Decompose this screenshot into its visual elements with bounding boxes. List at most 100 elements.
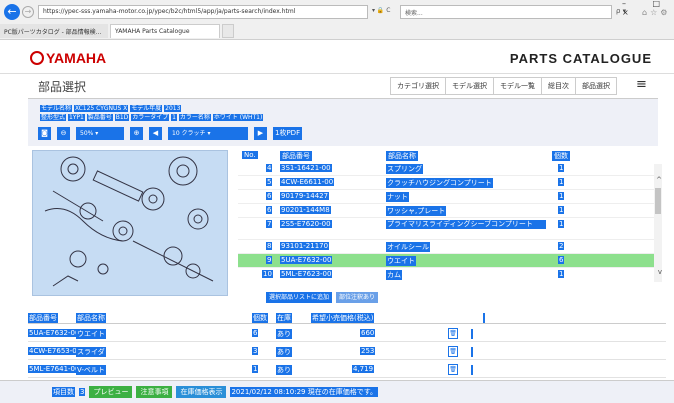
tuning-fork-icon bbox=[30, 51, 44, 65]
trash-icon[interactable]: 🗑 bbox=[448, 364, 458, 375]
tab-parts-catalog-info[interactable]: PC版パーツカタログ - 部品情報検... bbox=[0, 24, 108, 38]
zoom-in-icon[interactable]: ⊕ bbox=[130, 126, 143, 140]
maker-value: B1D bbox=[114, 114, 130, 121]
parts-table-body: 4 3S1-16421-00 スプリング 1 5 4CW-E6611-00 クラ… bbox=[238, 162, 656, 280]
scroll-up-icon[interactable]: ^ bbox=[656, 176, 662, 184]
zoom-select[interactable]: 50% ▾ bbox=[76, 126, 124, 140]
table-row[interactable]: 6 90179-14427 ナット 1 bbox=[238, 190, 656, 204]
page-title: 部品選択 bbox=[38, 80, 87, 94]
table-row[interactable]: 10 5ML-E7623-00 カム 1 bbox=[238, 268, 656, 280]
row-qty: 1 bbox=[558, 206, 565, 214]
table-row-selected[interactable]: 9 5UA-E7632-00 ウエイト 6 bbox=[238, 254, 656, 268]
item-part-name: ウエイト bbox=[76, 329, 106, 339]
exploded-parts-diagram[interactable] bbox=[32, 150, 228, 296]
selected-list-header: 部品番号 部品名称 個数 在庫 希望小売価格(税込) bbox=[28, 310, 666, 324]
row-part-name: カム bbox=[386, 270, 402, 280]
trash-icon[interactable]: 🗑 bbox=[448, 328, 458, 339]
item-stock: あり bbox=[276, 329, 292, 339]
table-row[interactable]: 7 2S5-E7620-00 プライマリスライディングシーブコンプリート 1 bbox=[238, 218, 656, 240]
table-row[interactable]: 8 93101-21170 オイルシール 2 bbox=[238, 240, 656, 254]
row-part-name: ワッシャ,プレート bbox=[386, 206, 447, 216]
parts-scrollbar-thumb[interactable] bbox=[655, 188, 661, 214]
col-qty: 個数 bbox=[552, 151, 570, 161]
row-no: 4 bbox=[266, 164, 273, 172]
row-part-number: 5UA-E7632-00 bbox=[280, 256, 333, 264]
model-info-panel: モデル名称 XC125 CYGNUS X モデル年度 2013 整形型式 1YP… bbox=[28, 98, 658, 146]
item-part-number: 5UA-E7632-00 bbox=[28, 329, 81, 337]
row-part-name: ウエイト bbox=[386, 256, 416, 266]
table-row[interactable]: 5 4CW-E6611-00 クラッチハウジングコンプリート 1 bbox=[238, 176, 656, 190]
color-type-label: カラータイプ bbox=[131, 114, 170, 121]
row-marker bbox=[471, 329, 473, 339]
type-value: 1YP1 bbox=[67, 114, 85, 121]
col-stock: 在庫 bbox=[276, 313, 292, 323]
item-part-name: スライダ bbox=[76, 347, 106, 357]
nav-contents[interactable]: 総目次 bbox=[541, 77, 576, 95]
prev-figure-icon[interactable]: ◀ bbox=[149, 126, 162, 140]
row-no: 9 bbox=[266, 256, 273, 264]
nav-model-select[interactable]: モデル選択 bbox=[445, 77, 494, 95]
reset-view-icon[interactable]: ◙ bbox=[38, 126, 51, 140]
list-item[interactable]: 5UA-E7632-00 ウエイト 6 あり 660 🗑 bbox=[28, 326, 666, 342]
nav-parts-select[interactable]: 部品選択 bbox=[575, 77, 617, 95]
clutch-diagram-drawing bbox=[44, 156, 214, 287]
footer-bar: 項目数 3 プレビュー 注意事項 在庫価格表示 2021/02/12 08:10… bbox=[0, 380, 674, 403]
nav-model-list[interactable]: モデル一覧 bbox=[493, 77, 542, 95]
tab-yamaha-parts-catalogue[interactable]: YAMAHA Parts Catalogue bbox=[110, 24, 220, 38]
col-part-name: 部品名称 bbox=[76, 313, 106, 323]
model-name-label: モデル名称 bbox=[40, 105, 73, 112]
item-part-number: 4CW-E7653-00 bbox=[28, 347, 83, 355]
hamburger-menu-icon[interactable]: ≡ bbox=[636, 78, 647, 91]
row-part-name: スプリング bbox=[386, 164, 423, 174]
address-bar[interactable]: https://ypec-sss.yamaha-motor.co.jp/ypec… bbox=[38, 5, 368, 19]
type-label: 整形型式 bbox=[40, 114, 67, 121]
col-part-name: 部品名称 bbox=[386, 151, 418, 161]
trash-icon[interactable]: 🗑 bbox=[448, 346, 458, 357]
brand-name: YAMAHA bbox=[46, 50, 107, 66]
color-type-value: 1 bbox=[171, 114, 177, 121]
color-name-label: カラー名称 bbox=[178, 114, 211, 121]
figure-select[interactable]: 10 クラッチ ▾ bbox=[168, 126, 248, 140]
scroll-down-icon[interactable]: v bbox=[658, 268, 662, 276]
row-qty: 1 bbox=[558, 270, 565, 278]
row-part-number: 90179-14427 bbox=[280, 192, 330, 200]
model-year-label: モデル年度 bbox=[130, 105, 163, 112]
home-star-gear-icons[interactable]: ⌂☆⚙ bbox=[642, 8, 670, 17]
forward-arrow-icon[interactable]: → bbox=[22, 6, 34, 18]
color-name-value: ホワイト (WHT1) bbox=[212, 114, 264, 121]
notes-button-footer[interactable]: 注意事項 bbox=[136, 386, 173, 398]
parts-table-header: No. 部品番号 部品名称 個数 bbox=[238, 150, 656, 162]
item-qty: 1 bbox=[252, 365, 259, 373]
zoom-value: 50% bbox=[80, 129, 94, 137]
row-qty: 2 bbox=[558, 242, 565, 250]
browser-chrome: ← → https://ypec-sss.yamaha-motor.co.jp/… bbox=[0, 0, 674, 40]
table-row[interactable]: 6 90201-144M8 ワッシャ,プレート 1 bbox=[238, 204, 656, 218]
back-arrow-icon[interactable]: ← bbox=[4, 4, 20, 20]
item-qty: 3 bbox=[252, 347, 259, 355]
row-no: 6 bbox=[266, 206, 273, 214]
yamaha-logo[interactable]: YAMAHA bbox=[30, 50, 106, 66]
parts-actions: 選択部品リストに追加 部位注釈あり bbox=[266, 292, 379, 303]
stock-status-text: 2021/02/12 08:10:29 現在の在庫価格です。 bbox=[230, 387, 379, 397]
row-qty: 1 bbox=[558, 220, 565, 228]
next-figure-icon[interactable]: ▶ bbox=[254, 126, 267, 140]
model-year: 2013 bbox=[164, 105, 182, 112]
nav-category-select[interactable]: カテゴリ選択 bbox=[390, 77, 446, 95]
table-row[interactable]: 4 3S1-16421-00 スプリング 1 bbox=[238, 162, 656, 176]
add-to-list-button[interactable]: 選択部品リストに追加 bbox=[266, 292, 333, 303]
figure-value: 10 クラッチ bbox=[172, 129, 206, 137]
new-tab-button[interactable] bbox=[222, 24, 234, 38]
row-qty: 6 bbox=[558, 256, 565, 264]
browser-search-input[interactable]: 検索... bbox=[400, 5, 612, 19]
item-count: 3 bbox=[79, 388, 86, 396]
list-item[interactable]: 5ML-E7641-00 V-ベルト 1 あり 4,719 🗑 bbox=[28, 362, 666, 378]
stock-display-button[interactable]: 在庫価格表示 bbox=[176, 386, 227, 398]
address-controls[interactable]: ▾ 🔒 C bbox=[372, 7, 391, 14]
pdf-button[interactable]: 1枚PDF bbox=[273, 126, 303, 140]
zoom-out-icon[interactable]: ⊖ bbox=[57, 126, 70, 140]
preview-button[interactable]: プレビュー bbox=[89, 386, 133, 398]
notes-button[interactable]: 部位注釈あり bbox=[336, 292, 379, 303]
list-item[interactable]: 4CW-E7653-00 スライダ 3 あり 253 🗑 bbox=[28, 344, 666, 360]
item-stock: あり bbox=[276, 365, 292, 375]
row-qty: 1 bbox=[558, 178, 565, 186]
